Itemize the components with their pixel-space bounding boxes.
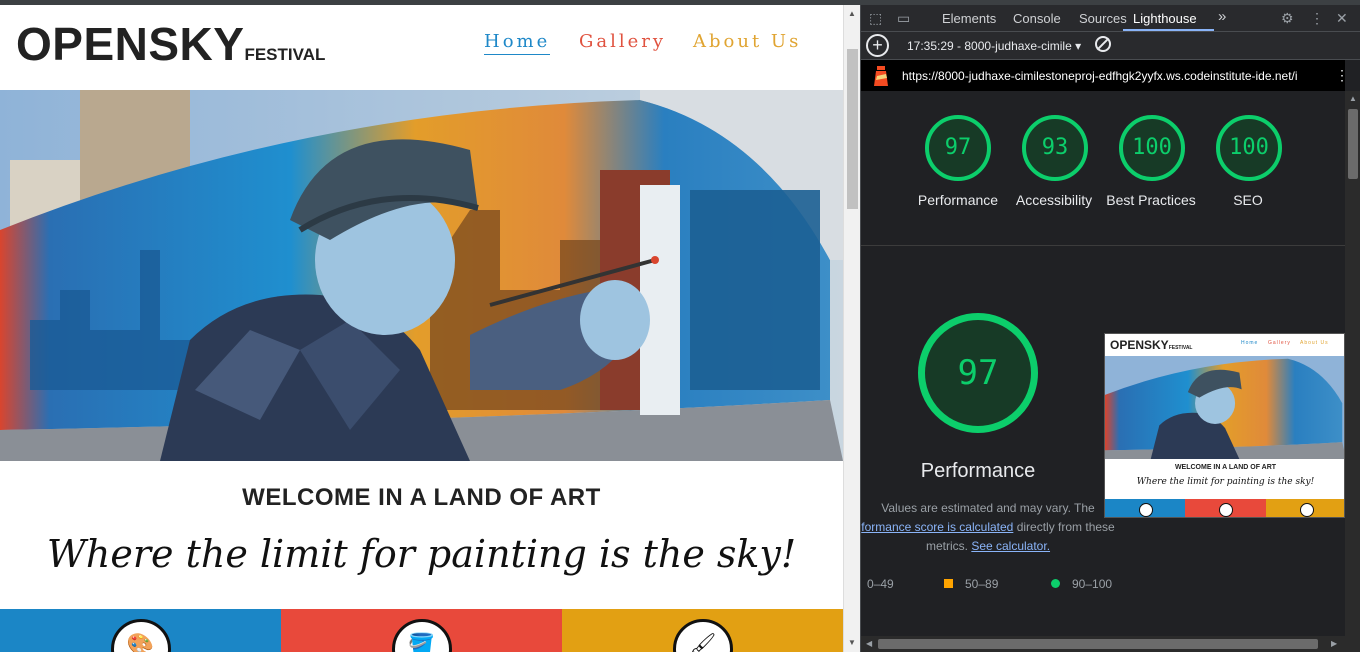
score-label-performance: Performance [917,192,999,208]
paintbrush-icon: 🖌 [672,619,733,652]
dropdown-caret-icon: ▾ [1071,39,1082,53]
devtools-vscroll-thumb[interactable] [1348,109,1358,179]
thumb-nav-gallery: Gallery [1268,340,1291,346]
devtools-vertical-scrollbar[interactable]: ▲ [1345,91,1360,636]
legend-fail: 0–49 [867,577,894,591]
more-options-icon[interactable]: ⋮ [1310,10,1324,27]
tab-lighthouse[interactable]: Lighthouse [1133,11,1197,26]
thumb-nav-about: About Us [1300,340,1329,346]
devtools-scroll-right-icon[interactable]: ▶ [1331,639,1337,648]
lighthouse-toolbar: + 17:35:29 - 8000-judhaxe-cimile ▾ [861,32,1360,60]
performance-note: Values are estimated and may vary. The f… [861,499,1115,556]
mural-painter-icon [0,90,843,461]
logo-main: OPENSKY [16,18,245,70]
lighthouse-report: 97 Performance 93 Accessibility 100 Best… [861,91,1345,636]
devtools-tabbar: ⬚ ▭ Elements Console Sources Lighthouse … [861,5,1360,32]
pass-circle-icon [1051,579,1060,588]
score-gauge-best-practices[interactable]: 100 [1119,115,1185,181]
thumb-tagline: Where the limit for painting is the sky! [1136,477,1315,487]
lighthouse-logo-icon [874,66,888,86]
devtools-scroll-left-icon[interactable]: ◀ [866,639,872,648]
feature-tiles: 🎨 🪣 🖌 [0,609,843,652]
more-tabs-icon[interactable]: » [1218,8,1226,25]
thumb-nav-home: Home [1241,340,1259,346]
score-gauge-seo[interactable]: 100 [1216,115,1282,181]
thumb-logo-main: OPENSKY [1110,338,1169,352]
tagline: Where the limit for painting is the sky! [46,532,797,576]
hero-mural-image [0,90,843,461]
tab-console[interactable]: Console [1013,11,1061,26]
score-calculated-link[interactable]: formance score is calculated [861,520,1013,534]
thumb-welcome: WELCOME IN A LAND OF ART [1174,464,1277,471]
scroll-down-arrow-icon[interactable]: ▼ [848,638,856,647]
site-logo[interactable]: OPENSKYFESTIVAL [16,17,325,71]
thumb-logo: OPENSKYFESTIVAL [1110,338,1192,352]
tile-paint-bucket[interactable]: 🪣 [281,609,562,652]
thumb-tile-red [1185,499,1266,517]
legend-pass-label: 90–100 [1072,577,1113,591]
devtools-scroll-up-icon[interactable]: ▲ [1349,94,1357,103]
report-url-bar: https://8000-judhaxe-cimilestoneproj-edf… [861,60,1349,91]
section-divider [861,245,1345,246]
note-text-3: metrics. [925,539,968,553]
legend-average-label: 50–89 [965,577,999,591]
welcome-heading: WELCOME IN A LAND OF ART [242,484,601,511]
thumb-hero-image [1105,356,1344,459]
report-selector[interactable]: 17:35:29 - 8000-judhaxe-cimile ▾ [907,39,1081,53]
nav-about-link[interactable]: About Us [693,31,801,52]
legend-average: 50–89 [944,577,998,591]
thumb-tiles [1105,499,1344,517]
tab-elements[interactable]: Elements [942,11,996,26]
page-screenshot-thumbnail[interactable]: OPENSKYFESTIVAL Home Gallery About Us WE… [1104,333,1345,518]
thumb-tile-yellow [1265,499,1344,517]
average-square-icon [944,579,953,588]
nav-gallery-link[interactable]: Gallery [579,31,666,52]
inspect-element-icon[interactable]: ⬚ [869,10,882,27]
score-label-accessibility: Accessibility [1015,192,1093,208]
scroll-up-arrow-icon[interactable]: ▲ [848,9,856,18]
see-calculator-link[interactable]: See calculator. [971,539,1050,553]
devtools-horizontal-scrollbar[interactable]: ◀ ▶ [861,636,1360,652]
note-text-2: directly from these [1016,520,1115,534]
close-icon[interactable]: ✕ [1336,10,1348,27]
tile-palette[interactable]: 🎨 [0,609,281,652]
logo-sub: FESTIVAL [244,45,326,64]
tab-sources[interactable]: Sources [1079,11,1127,26]
legend-fail-label: 0–49 [867,577,894,591]
paint-bucket-icon: 🪣 [391,619,452,652]
palette-icon: 🎨 [110,619,171,652]
devtools-hscroll-thumb[interactable] [878,639,1318,649]
note-text-1: Values are estimated and may vary. The [881,501,1095,515]
score-gauge-performance[interactable]: 97 [925,115,991,181]
thumb-tile-blue [1105,499,1186,517]
performance-title: Performance [920,460,1036,482]
site-header: OPENSKYFESTIVAL Home Gallery About Us [0,5,843,90]
site-scrollbar-thumb[interactable] [847,49,858,209]
new-report-plus-icon[interactable]: + [866,34,889,57]
report-url[interactable]: https://8000-judhaxe-cimilestoneproj-edf… [902,69,1297,83]
score-label-best-practices: Best Practices [1106,192,1196,208]
website-viewport: OPENSKYFESTIVAL Home Gallery About Us WE… [0,5,843,652]
clear-reports-icon[interactable] [1095,36,1111,52]
score-label-seo: SEO [1233,192,1263,208]
report-label: 17:35:29 - 8000-judhaxe-cimile [907,39,1072,53]
active-tab-indicator [1123,29,1214,31]
legend-pass: 90–100 [1051,577,1112,591]
nav-home-link[interactable]: Home [484,31,551,55]
site-scrollbar[interactable]: ▲ ▼ [843,5,860,652]
thumb-mural-icon [1105,356,1344,459]
performance-score-gauge: 97 [918,313,1038,433]
settings-gear-icon[interactable]: ⚙ [1281,10,1294,27]
tile-paintbrush[interactable]: 🖌 [562,609,843,652]
thumb-logo-sub: FESTIVAL [1168,345,1193,351]
device-toolbar-icon[interactable]: ▭ [897,10,910,27]
score-gauge-accessibility[interactable]: 93 [1022,115,1088,181]
devtools-panel: ⬚ ▭ Elements Console Sources Lighthouse … [860,5,1360,652]
report-menu-icon[interactable]: ⋮ [1335,67,1349,84]
